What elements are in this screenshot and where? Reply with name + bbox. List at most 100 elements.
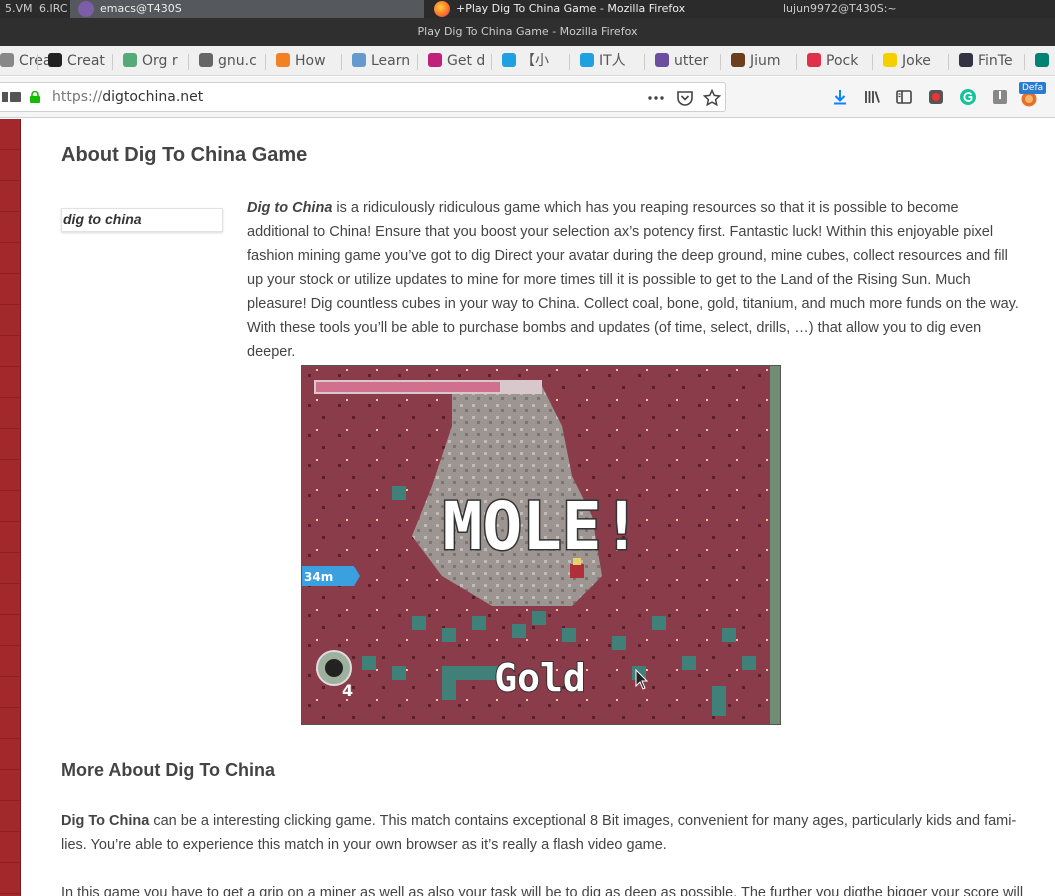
game-scene: 34m 4 MOLE! Gold bbox=[302, 366, 780, 724]
bookmark-label: IT人 bbox=[599, 53, 626, 69]
url-host: digtochina.net bbox=[102, 89, 204, 105]
pocket-icon bbox=[807, 53, 821, 67]
bookmark-separator bbox=[644, 54, 645, 70]
extension-zip-icon[interactable] bbox=[991, 88, 1009, 106]
bookmark-label: gnu.c bbox=[218, 53, 257, 69]
bookmark-label: Crea bbox=[19, 53, 52, 69]
about-heading: About Dig To China Game bbox=[61, 144, 308, 166]
window-title: Play Dig To China Game - Mozilla Firefox bbox=[0, 18, 1055, 46]
bookmark-4[interactable]: How bbox=[276, 51, 346, 71]
library-icon[interactable] bbox=[863, 88, 881, 106]
task-firefox-label: +Play Dig To China Game - Mozilla Firefo… bbox=[456, 2, 686, 15]
fin-icon bbox=[959, 53, 973, 67]
more-game-name: Dig To China bbox=[61, 813, 150, 829]
bookmark-separator bbox=[417, 54, 418, 70]
bookmark-label: Learn bbox=[371, 53, 411, 69]
doc-icon bbox=[0, 53, 14, 67]
intro-text: is a ridiculously ridiculous game which … bbox=[247, 200, 1019, 360]
bookmark-separator bbox=[872, 54, 873, 70]
bookmark-9[interactable]: utter bbox=[655, 51, 725, 71]
bookmark-label: Get d bbox=[447, 53, 486, 69]
gnu-icon bbox=[199, 53, 213, 67]
extension-grammarly-icon[interactable] bbox=[959, 88, 977, 106]
bookmark-6[interactable]: Get d bbox=[428, 51, 498, 71]
hex-icon bbox=[48, 53, 62, 67]
depth-indicator: 34m bbox=[302, 566, 360, 586]
url-bar[interactable]: https://digtochina.net bbox=[0, 82, 726, 112]
bookmark-label: FinTe bbox=[978, 53, 1013, 69]
pocket-icon[interactable] bbox=[676, 89, 694, 107]
bookmark-2[interactable]: Org r bbox=[123, 51, 193, 71]
more-text: can be a interesting clicking game. This… bbox=[61, 813, 1017, 853]
more-heading: More About Dig To China bbox=[61, 760, 275, 780]
more-paragraph: Dig To China can be a interesting clicki… bbox=[61, 809, 1019, 857]
bookmark-5[interactable]: Learn bbox=[352, 51, 422, 71]
emacs-icon bbox=[78, 1, 94, 17]
bookmark-label: How bbox=[295, 53, 326, 69]
bookmark-7[interactable]: 【小 bbox=[502, 51, 572, 71]
game-screenshot: 34m 4 MOLE! Gold bbox=[301, 365, 781, 725]
bookmark-10[interactable]: Jium bbox=[731, 51, 801, 71]
task-firefox[interactable]: +Play Dig To China Game - Mozilla Firefo… bbox=[426, 0, 776, 18]
bookmark-label: Joke bbox=[902, 53, 931, 69]
url-text[interactable]: https://digtochina.net bbox=[52, 89, 203, 105]
workspace-6[interactable]: 6.IRC bbox=[39, 2, 68, 15]
bookmark-separator bbox=[37, 54, 38, 70]
game-pickup-text: Gold bbox=[494, 656, 586, 700]
depth-text: 34m bbox=[304, 570, 333, 584]
bili-icon bbox=[502, 53, 516, 67]
bookmark-label: Pock bbox=[826, 53, 859, 69]
intro-game-name: Dig to China bbox=[247, 200, 333, 216]
bookmark-3[interactable]: gnu.c bbox=[199, 51, 269, 71]
bookmark-13[interactable]: FinTe bbox=[959, 51, 1029, 71]
bookmark-separator bbox=[112, 54, 113, 70]
workspace-5[interactable]: 5.VM bbox=[5, 2, 33, 15]
stack-icon bbox=[276, 53, 290, 67]
bili-icon bbox=[580, 53, 594, 67]
bookmark-separator bbox=[188, 54, 189, 70]
navigation-toolbar: https://digtochina.net Defa bbox=[0, 77, 1055, 118]
bookmark-14[interactable] bbox=[1035, 51, 1055, 71]
page-info-icon[interactable] bbox=[2, 91, 22, 103]
bookmark-label: Org r bbox=[142, 53, 178, 69]
utter-icon bbox=[655, 53, 669, 67]
bookmark-label: 【小 bbox=[521, 53, 549, 69]
bookmarks-toolbar: Crea Creat Org r gnu.c How Learn Get d 【小 IT人 utt… bbox=[0, 46, 1055, 76]
firefox-icon bbox=[434, 1, 450, 17]
gameplay-paragraph: In this game you have to get a grip on a… bbox=[61, 885, 1024, 896]
bookmark-11[interactable]: Pock bbox=[807, 51, 877, 71]
bookmark-separator bbox=[720, 54, 721, 70]
bookmark-label: Jium bbox=[750, 53, 781, 69]
bookmark-star-icon[interactable] bbox=[703, 89, 721, 107]
hash-icon bbox=[428, 53, 442, 67]
game-banner-text: MOLE! bbox=[443, 488, 642, 565]
system-taskbar: 5.VM 6.IRC emacs@T430S +Play Dig To Chin… bbox=[0, 0, 1055, 18]
page-left-decoration bbox=[0, 119, 21, 896]
bookmark-separator bbox=[948, 54, 949, 70]
bookmark-separator bbox=[796, 54, 797, 70]
task-emacs[interactable]: emacs@T430S bbox=[70, 0, 424, 18]
extension-evernote-icon[interactable] bbox=[927, 88, 945, 106]
web-page: About Dig To China Game dig to china Dig… bbox=[0, 119, 1055, 896]
smiley-icon bbox=[883, 53, 897, 67]
bookmark-separator bbox=[491, 54, 492, 70]
task-emacs-label: emacs@T430S bbox=[100, 2, 182, 15]
health-bar bbox=[314, 380, 542, 394]
page-actions-icon[interactable] bbox=[647, 89, 665, 107]
bomb-count: 4 bbox=[342, 681, 353, 700]
bookmark-label: Creat bbox=[67, 53, 105, 69]
download-icon[interactable] bbox=[831, 88, 849, 106]
intro-paragraph: Dig to China is a ridiculously ridiculou… bbox=[247, 196, 1019, 364]
sidebar-icon[interactable] bbox=[895, 88, 913, 106]
lock-icon[interactable] bbox=[29, 91, 41, 103]
bookmark-separator bbox=[341, 54, 342, 70]
learn-icon bbox=[352, 53, 366, 67]
bookmark-8[interactable]: IT人 bbox=[580, 51, 650, 71]
extension-badge: Defa bbox=[1019, 82, 1047, 94]
bookmark-12[interactable]: Joke bbox=[883, 51, 953, 71]
bookmark-1[interactable]: Creat bbox=[48, 51, 118, 71]
org-icon bbox=[123, 53, 137, 67]
task-terminal[interactable]: lujun9972@T430S:~ bbox=[783, 2, 897, 15]
j-icon bbox=[731, 53, 745, 67]
url-protocol: https:// bbox=[52, 89, 103, 105]
